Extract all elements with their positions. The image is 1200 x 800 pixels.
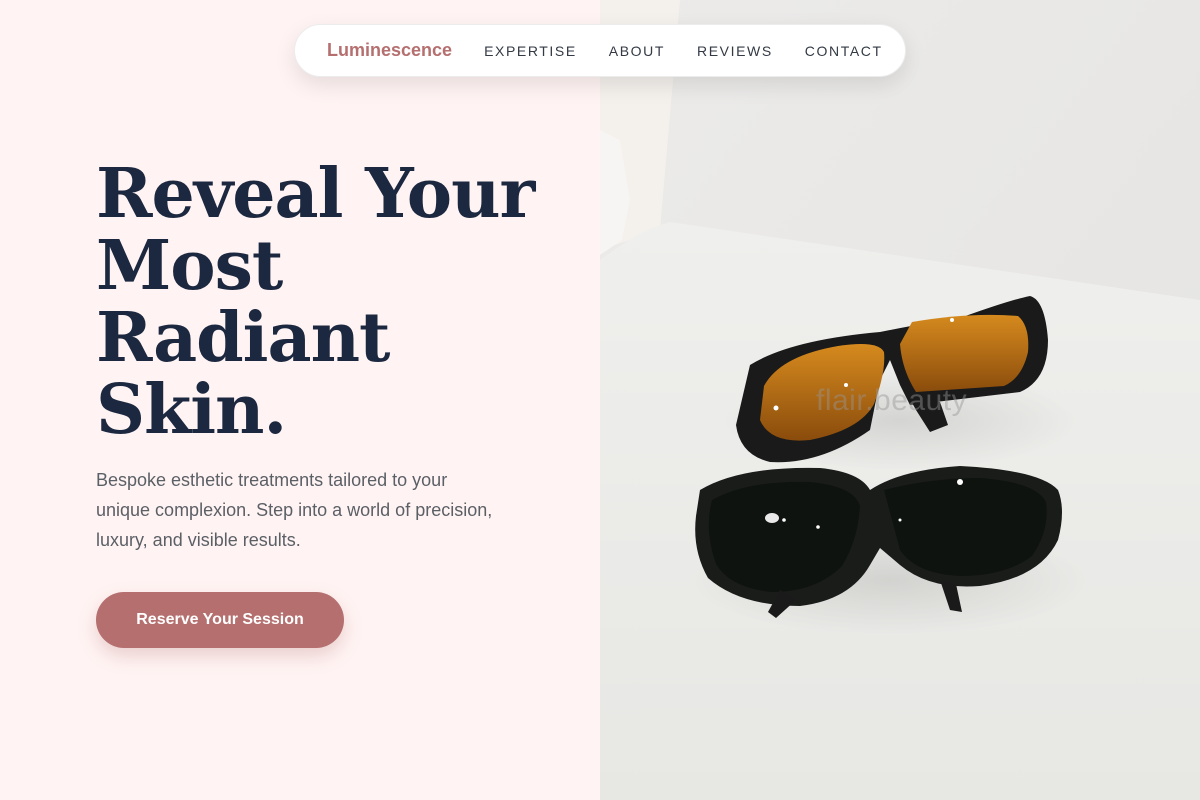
nav-link-reviews[interactable]: REVIEWS xyxy=(697,43,773,59)
nav-link-contact[interactable]: CONTACT xyxy=(805,43,883,59)
reserve-session-button[interactable]: Reserve Your Session xyxy=(96,592,344,648)
hero-title-line: Skin. xyxy=(96,370,287,450)
brand-logo[interactable]: Luminescence xyxy=(327,40,452,61)
sunglasses-photo-image xyxy=(600,0,1200,800)
hero-title-line: Most xyxy=(96,226,283,306)
hero-photo xyxy=(600,0,1200,800)
nav-link-expertise[interactable]: EXPERTISE xyxy=(484,43,577,59)
hero-subtitle: Bespoke esthetic treatments tailored to … xyxy=(96,470,493,550)
nav-link-about[interactable]: ABOUT xyxy=(609,43,665,59)
hero-title-line: Radiant xyxy=(96,298,390,378)
top-navigation: Luminescence EXPERTISE ABOUT REVIEWS CON… xyxy=(294,24,906,77)
hero-title: Reveal Your Most Radiant Skin. xyxy=(96,158,566,446)
hero-title-line: Reveal Your xyxy=(96,154,535,234)
